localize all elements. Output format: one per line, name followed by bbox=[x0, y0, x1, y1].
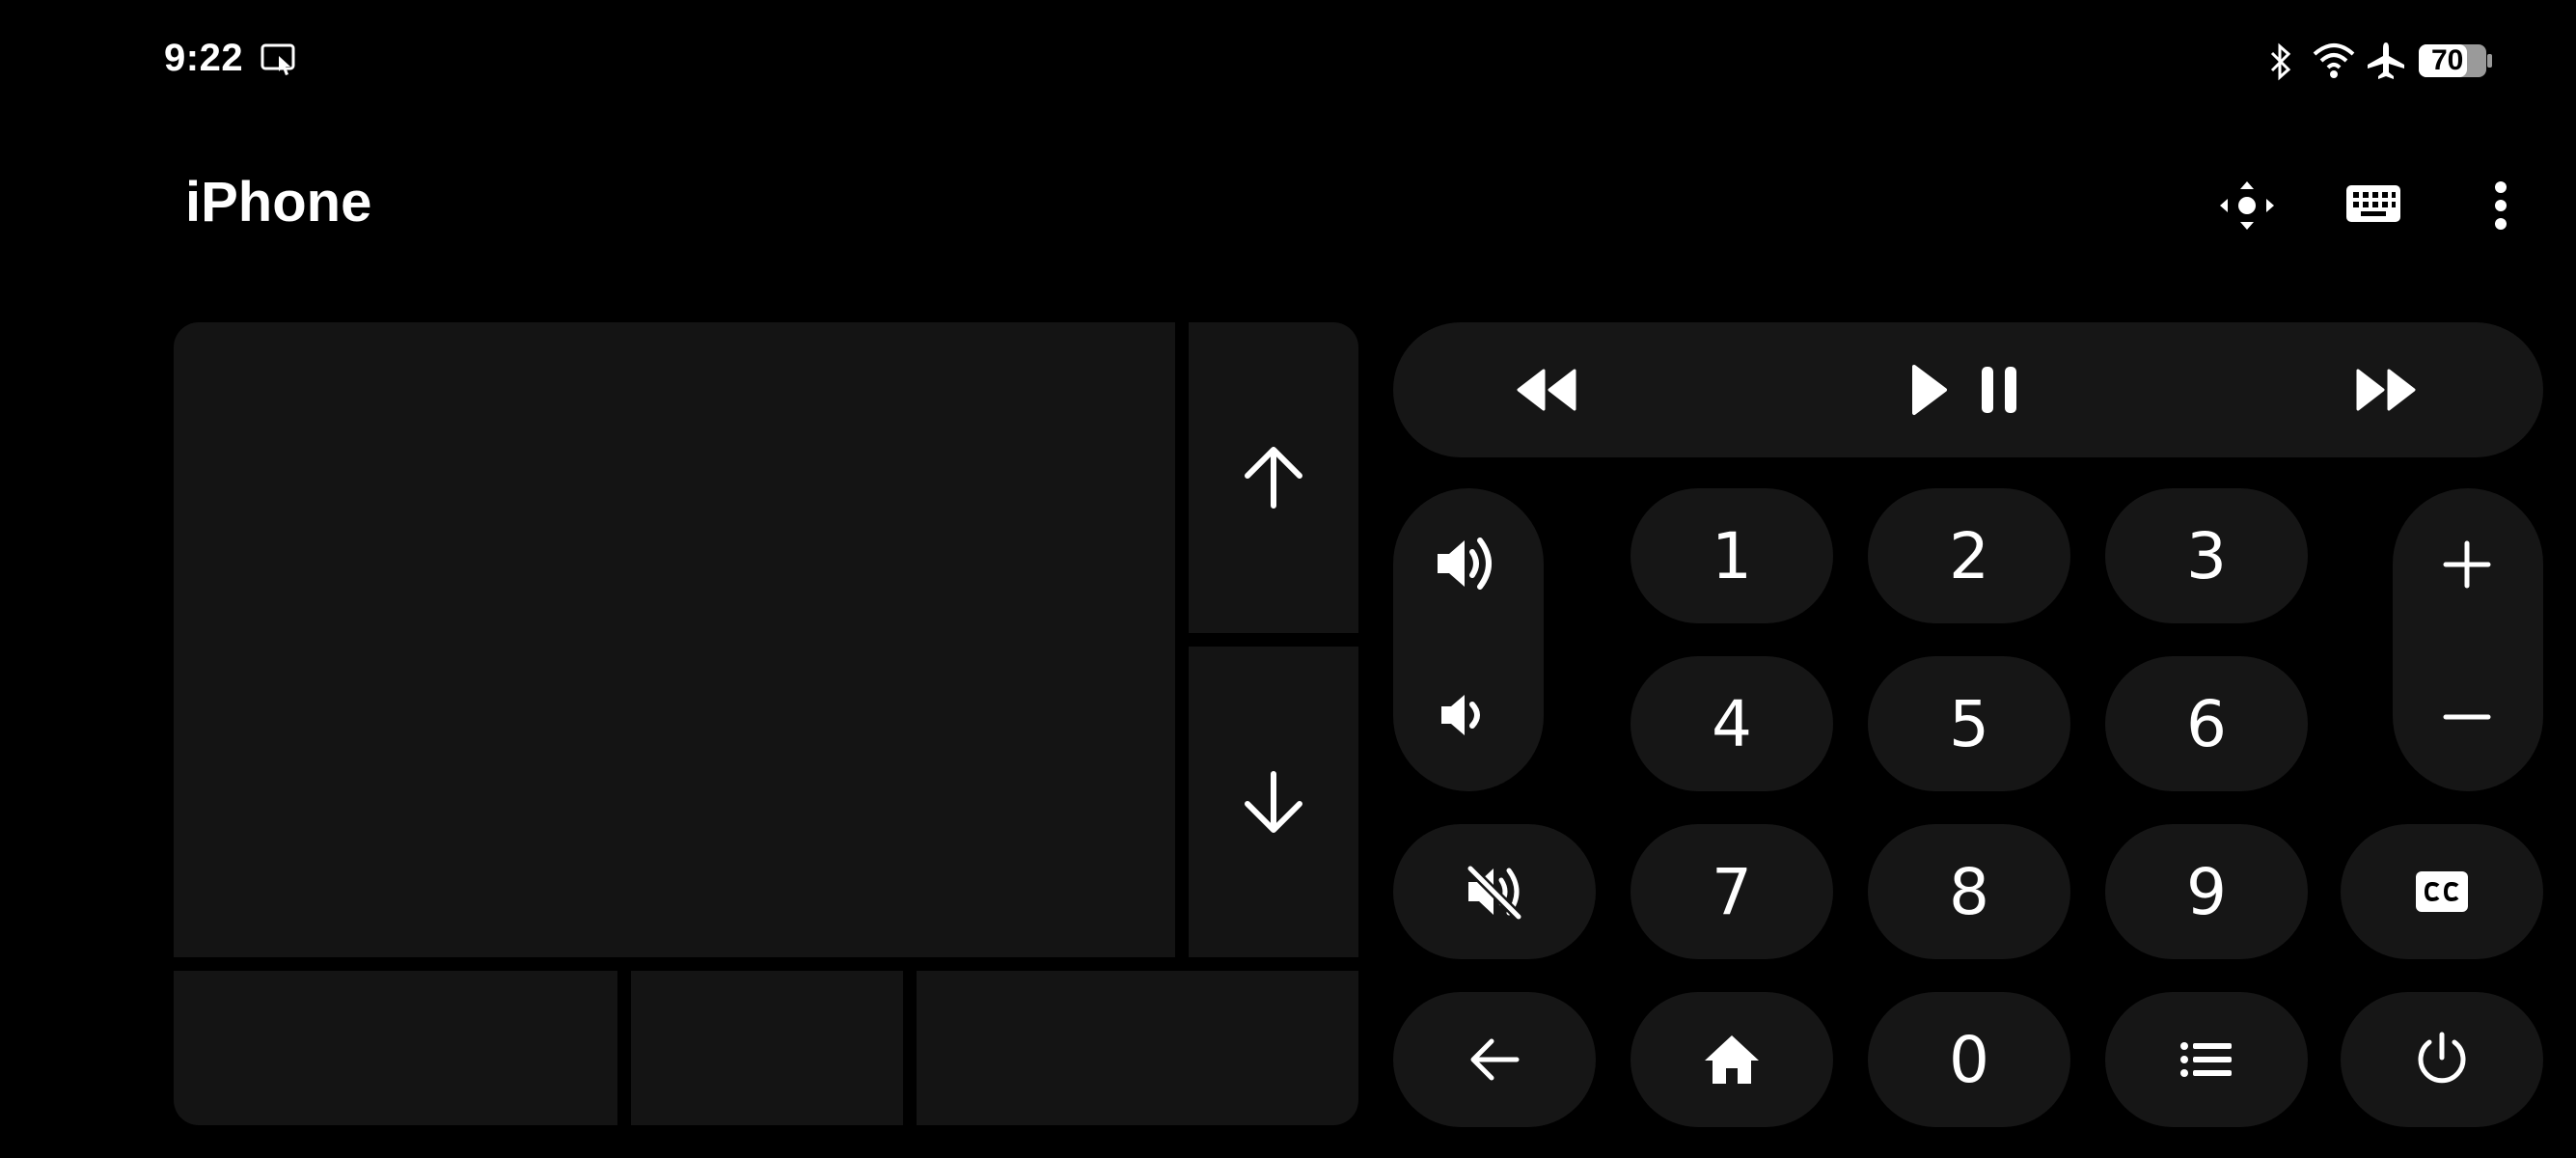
channel-down-button[interactable] bbox=[2443, 693, 2491, 741]
power-button[interactable] bbox=[2341, 992, 2543, 1127]
volume-up-button[interactable] bbox=[1434, 533, 1501, 594]
digit-1-button[interactable]: 1 bbox=[1631, 488, 1833, 623]
volume-down-button[interactable] bbox=[1438, 689, 1494, 741]
back-button[interactable] bbox=[1393, 992, 1596, 1127]
right-click-button[interactable] bbox=[917, 971, 1358, 1125]
digit-label: 3 bbox=[2186, 518, 2227, 593]
digit-label: 1 bbox=[1712, 518, 1752, 593]
wifi-icon bbox=[2312, 41, 2356, 79]
menu-button[interactable] bbox=[2105, 992, 2308, 1127]
digit-label: 0 bbox=[1949, 1022, 1989, 1097]
airplane-icon bbox=[2366, 41, 2406, 81]
battery-level: 70 bbox=[2431, 44, 2464, 76]
home-button[interactable] bbox=[1631, 992, 1833, 1127]
arrow-up-icon bbox=[1245, 447, 1302, 509]
digit-2-button[interactable]: 2 bbox=[1868, 488, 2070, 623]
status-time: 9:22 bbox=[164, 37, 244, 79]
digit-label: 2 bbox=[1949, 518, 1989, 593]
closed-captions-icon bbox=[2416, 871, 2468, 912]
more-options-button[interactable] bbox=[2489, 179, 2512, 232]
menu-list-icon bbox=[2180, 1042, 2232, 1077]
play-pause-icon bbox=[1912, 365, 2016, 415]
bluetooth-icon bbox=[2267, 42, 2294, 81]
digit-6-button[interactable]: 6 bbox=[2105, 656, 2308, 791]
digit-5-button[interactable]: 5 bbox=[1868, 656, 2070, 791]
left-click-button[interactable] bbox=[174, 971, 617, 1125]
keyboard-icon bbox=[2346, 185, 2400, 222]
back-icon bbox=[1470, 1038, 1520, 1081]
page-title: iPhone bbox=[185, 171, 372, 234]
digit-label: 7 bbox=[1712, 854, 1752, 929]
keyboard-button[interactable] bbox=[2344, 181, 2402, 228]
fast-forward-button[interactable] bbox=[2354, 365, 2418, 415]
more-vert-icon bbox=[2495, 181, 2507, 230]
digit-4-button[interactable]: 4 bbox=[1631, 656, 1833, 791]
arrow-down-icon bbox=[1245, 771, 1302, 833]
plus-icon bbox=[2443, 540, 2491, 589]
digit-0-button[interactable]: 0 bbox=[1868, 992, 2070, 1127]
digit-8-button[interactable]: 8 bbox=[1868, 824, 2070, 959]
dpad-icon bbox=[2220, 181, 2274, 230]
fast-forward-icon bbox=[2356, 369, 2416, 411]
closed-captions-button[interactable] bbox=[2341, 824, 2543, 959]
digit-label: 5 bbox=[1949, 686, 1989, 761]
mute-icon bbox=[1465, 863, 1524, 921]
digit-3-button[interactable]: 3 bbox=[2105, 488, 2308, 623]
rewind-button[interactable] bbox=[1515, 365, 1578, 415]
digit-label: 9 bbox=[2186, 854, 2227, 929]
status-bar: 9:22 70 bbox=[0, 0, 2576, 122]
volume-down-icon bbox=[1441, 695, 1480, 735]
play-pause-button[interactable] bbox=[1908, 361, 2026, 419]
touchpad[interactable] bbox=[174, 322, 1175, 957]
channel-pill bbox=[2393, 488, 2543, 791]
minus-icon bbox=[2443, 714, 2491, 720]
digit-label: 8 bbox=[1949, 854, 1989, 929]
volume-up-icon bbox=[1438, 538, 1492, 590]
rewind-icon bbox=[1517, 369, 1576, 411]
digit-9-button[interactable]: 9 bbox=[2105, 824, 2308, 959]
power-icon bbox=[2418, 1032, 2466, 1084]
digit-7-button[interactable]: 7 bbox=[1631, 824, 1833, 959]
middle-click-button[interactable] bbox=[631, 971, 903, 1125]
scroll-down-button[interactable] bbox=[1189, 647, 1358, 957]
battery-icon: 70 bbox=[2418, 42, 2493, 79]
home-icon bbox=[1705, 1035, 1759, 1084]
screen-cast-icon bbox=[260, 42, 299, 79]
channel-up-button[interactable] bbox=[2443, 540, 2491, 589]
mute-button[interactable] bbox=[1393, 824, 1596, 959]
scroll-up-button[interactable] bbox=[1189, 322, 1358, 633]
digit-label: 6 bbox=[2186, 686, 2227, 761]
dpad-button[interactable] bbox=[2217, 179, 2277, 232]
digit-label: 4 bbox=[1712, 686, 1752, 761]
